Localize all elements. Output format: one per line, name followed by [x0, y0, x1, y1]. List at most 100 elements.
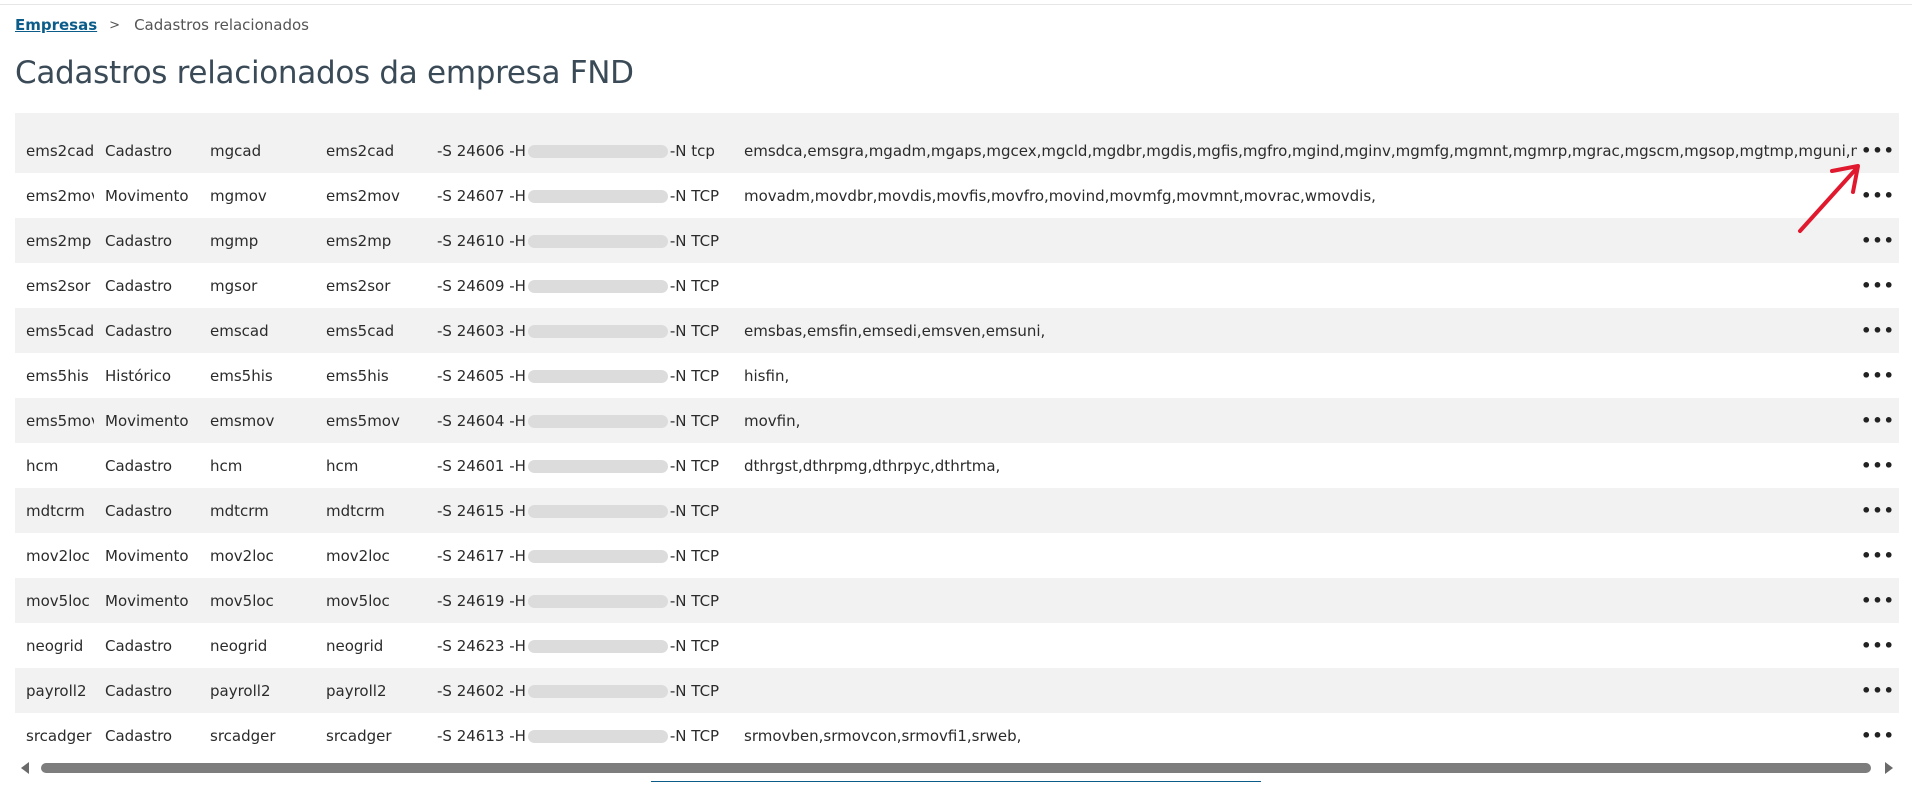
- connection-network: -N TCP: [669, 366, 720, 385]
- more-horizontal-icon[interactable]: •••: [1861, 681, 1895, 700]
- cell-aliases: movfin,: [744, 411, 801, 430]
- connection-network: -N TCP: [669, 636, 720, 655]
- cell-aliases: srmovben,srmovcon,srmovfi1,srweb,: [744, 726, 1022, 745]
- redacted-host: [527, 459, 668, 473]
- cell-type: Cadastro: [105, 321, 173, 340]
- page-title: Cadastros relacionados da empresa FND: [15, 55, 634, 91]
- cell-type: Cadastro: [105, 276, 173, 295]
- cell-logical-name: mdtcrm: [210, 501, 269, 520]
- cell-actions: •••: [1857, 443, 1899, 488]
- cell-logical-name: mov2loc: [210, 546, 274, 565]
- bottom-indicator: [651, 781, 1261, 785]
- cell-aliases: [733, 533, 1857, 578]
- table-row: ems5his Histórico ems5his ems5his -S 24605 -…: [15, 353, 1899, 398]
- cell-type: Cadastro: [105, 141, 173, 160]
- cell-actions: •••: [1857, 398, 1899, 443]
- horizontal-scrollbar[interactable]: [15, 760, 1899, 776]
- cell-logical-name: payroll2: [210, 681, 271, 700]
- cell-name: mov2loc: [26, 546, 90, 565]
- connection-network: -N TCP: [669, 321, 720, 340]
- more-horizontal-icon[interactable]: •••: [1861, 636, 1895, 655]
- more-horizontal-icon[interactable]: •••: [1861, 726, 1895, 745]
- redacted-host: [527, 279, 668, 293]
- table-row: payroll2 Cadastro payroll2 payroll2 -S 24602…: [15, 668, 1899, 713]
- scrollbar-thumb[interactable]: [41, 763, 1871, 773]
- connection-server: -S 24610 -H: [437, 231, 526, 250]
- table-row: mov2loc Movimento mov2loc mov2loc -S 24617 -…: [15, 533, 1899, 578]
- more-horizontal-icon[interactable]: •••: [1861, 366, 1895, 385]
- cell-database: ems2cad: [326, 141, 395, 160]
- chevron-right-icon: >: [109, 17, 121, 33]
- cell-aliases: [733, 263, 1857, 308]
- cell-database: mov5loc: [326, 591, 390, 610]
- redacted-host: [527, 324, 668, 338]
- cell-database: payroll2: [326, 681, 387, 700]
- cell-connection-params: -S 24623 -H -N TCP: [426, 623, 733, 668]
- more-horizontal-icon[interactable]: •••: [1861, 456, 1895, 475]
- table-row: ems2mp Cadastro mgmp ems2mp -S 24610 -H -N TC…: [15, 218, 1899, 263]
- cell-logical-name: mov5loc: [210, 591, 274, 610]
- scroll-left-icon[interactable]: [21, 762, 29, 774]
- connection-network: -N TCP: [669, 276, 720, 295]
- connection-server: -S 24623 -H: [437, 636, 526, 655]
- scroll-right-icon[interactable]: [1885, 762, 1893, 774]
- cell-type: Movimento: [105, 411, 189, 430]
- cell-aliases: emsdca,emsgra,mgadm,mgaps,mgcex,mgcld,mg…: [744, 141, 1857, 160]
- cell-connection-params: -S 24613 -H -N TCP: [426, 713, 733, 755]
- cell-logical-name: mgmp: [210, 231, 259, 250]
- connection-server: -S 24602 -H: [437, 681, 526, 700]
- redacted-host: [527, 144, 668, 158]
- cell-type: Movimento: [105, 546, 189, 565]
- connection-network: -N TCP: [669, 591, 720, 610]
- connection-network: -N tcp: [669, 141, 715, 160]
- table-row: ems5cad Cadastro emscad ems5cad -S 24603 -H -…: [15, 308, 1899, 353]
- cell-aliases: [733, 623, 1857, 668]
- redacted-host: [527, 189, 668, 203]
- connection-server: -S 24607 -H: [437, 186, 526, 205]
- connection-network: -N TCP: [669, 411, 720, 430]
- cell-database: ems5cad: [326, 321, 395, 340]
- more-horizontal-icon[interactable]: •••: [1861, 546, 1895, 565]
- cell-actions: •••: [1857, 263, 1899, 308]
- cell-name: ems2sor: [26, 276, 91, 295]
- cell-type: Movimento: [105, 591, 189, 610]
- redacted-host: [527, 549, 668, 563]
- connection-network: -N TCP: [669, 501, 720, 520]
- more-horizontal-icon[interactable]: •••: [1861, 321, 1895, 340]
- connection-server: -S 24606 -H: [437, 141, 526, 160]
- cell-name: hcm: [26, 456, 59, 475]
- more-horizontal-icon[interactable]: •••: [1861, 591, 1895, 610]
- cell-name: srcadger: [26, 726, 92, 745]
- table-row: mdtcrm Cadastro mdtcrm mdtcrm -S 24615 -H -N …: [15, 488, 1899, 533]
- cell-logical-name: mgmov: [210, 186, 267, 205]
- connection-server: -S 24604 -H: [437, 411, 526, 430]
- redacted-host: [527, 639, 668, 653]
- connection-server: -S 24619 -H: [437, 591, 526, 610]
- cell-database: ems2mp: [326, 231, 392, 250]
- more-horizontal-icon[interactable]: •••: [1861, 501, 1895, 520]
- cell-aliases: [733, 578, 1857, 623]
- cell-database: mdtcrm: [326, 501, 385, 520]
- cell-connection-params: -S 24601 -H -N TCP: [426, 443, 733, 488]
- more-horizontal-icon[interactable]: •••: [1861, 411, 1895, 430]
- connection-server: -S 24605 -H: [437, 366, 526, 385]
- cell-logical-name: hcm: [210, 456, 243, 475]
- breadcrumb-link-empresas[interactable]: Empresas: [15, 16, 97, 34]
- cell-connection-params: -S 24619 -H -N TCP: [426, 578, 733, 623]
- cell-connection-params: -S 24615 -H -N TCP: [426, 488, 733, 533]
- cell-connection-params: -S 24609 -H -N TCP: [426, 263, 733, 308]
- cell-database: ems2sor: [326, 276, 391, 295]
- connection-server: -S 24603 -H: [437, 321, 526, 340]
- cell-name: ems2cad: [26, 141, 94, 160]
- redacted-host: [527, 369, 668, 383]
- more-horizontal-icon[interactable]: •••: [1861, 276, 1895, 295]
- connection-network: -N TCP: [669, 546, 720, 565]
- connection-server: -S 24609 -H: [437, 276, 526, 295]
- connection-server: -S 24617 -H: [437, 546, 526, 565]
- table-body: ems2cad Cadastro mgcad ems2cad -S 24606 -H -N…: [15, 128, 1899, 755]
- connection-server: -S 24601 -H: [437, 456, 526, 475]
- cell-actions: •••: [1857, 668, 1899, 713]
- redacted-host: [527, 504, 668, 518]
- cell-actions: •••: [1857, 533, 1899, 578]
- table-row: srcadger Cadastro srcadger srcadger -S 24613…: [15, 713, 1899, 755]
